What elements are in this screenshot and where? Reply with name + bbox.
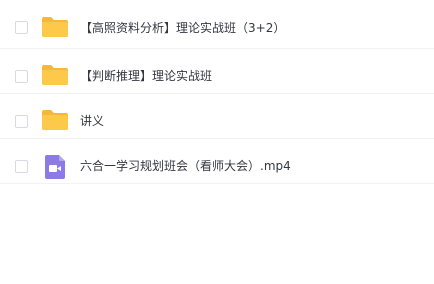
file-row-folder[interactable]: 【判断推理】理论实战班	[0, 49, 434, 94]
file-row-folder[interactable]: 【高照资料分析】理论实战班（3+2）	[0, 0, 434, 49]
row-checkbox[interactable]	[15, 70, 28, 83]
file-name[interactable]: 六合一学习规划班会（看师大会）.mp4	[80, 158, 291, 174]
folder-icon	[41, 109, 69, 135]
file-name[interactable]: 【高照资料分析】理论实战班（3+2）	[80, 20, 285, 36]
folder-icon	[41, 16, 69, 42]
row-checkbox[interactable]	[15, 160, 28, 173]
file-name[interactable]: 【判断推理】理论实战班	[80, 68, 212, 84]
file-list: 【高照资料分析】理论实战班（3+2） 【判断推理】理论实战班 讲义 六合一学习规…	[0, 0, 434, 184]
folder-icon	[41, 64, 69, 90]
file-row-video[interactable]: 六合一学习规划班会（看师大会）.mp4	[0, 139, 434, 184]
video-file-icon	[44, 154, 66, 184]
row-checkbox[interactable]	[15, 21, 28, 34]
row-checkbox[interactable]	[15, 115, 28, 128]
file-name[interactable]: 讲义	[80, 113, 104, 129]
file-row-folder[interactable]: 讲义	[0, 94, 434, 139]
